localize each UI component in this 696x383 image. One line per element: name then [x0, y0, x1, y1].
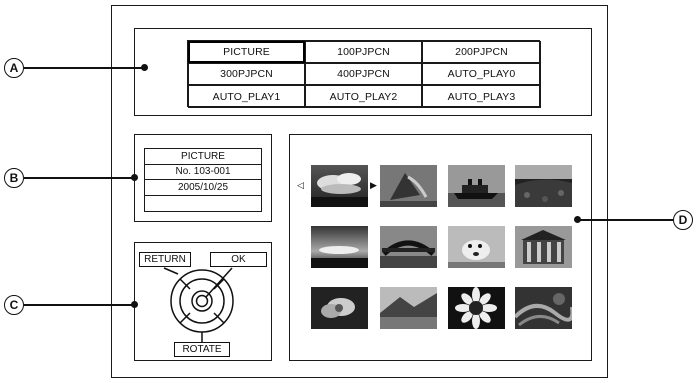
leader-line-c [24, 304, 134, 306]
thumbnail-sunflower[interactable] [448, 287, 505, 329]
callout-a: A [4, 58, 24, 78]
thumbnail-abstract[interactable] [515, 287, 572, 329]
leader-line-d [579, 219, 673, 221]
folder-cell-300pjpcn[interactable]: 300PJPCN [188, 63, 305, 85]
callout-b: B [4, 168, 24, 188]
thumbnail-bridge[interactable] [380, 226, 437, 268]
folder-grid: PICTURE 100PJPCN 200PJPCN 300PJPCN 400PJ… [187, 40, 541, 108]
info-folder-name: PICTURE [145, 149, 261, 165]
leader-dot-a [141, 64, 148, 71]
thumbnail-mountain-lake[interactable] [380, 287, 437, 329]
folder-cell-100pjpcn[interactable]: 100PJPCN [305, 41, 422, 63]
thumbnail-sunset[interactable] [311, 226, 368, 268]
leader-dot-b [131, 174, 138, 181]
callout-c: C [4, 295, 24, 315]
leader-dot-d [574, 216, 581, 223]
folder-cell-400pjpcn[interactable]: 400PJPCN [305, 63, 422, 85]
return-button[interactable]: RETURN [139, 252, 191, 267]
thumbnail-bird[interactable] [380, 165, 437, 207]
prev-arrow-icon[interactable]: ◁ [297, 181, 304, 190]
folder-cell-auto-play3[interactable]: AUTO_PLAY3 [422, 85, 541, 108]
thumbnail-cloudy-sky[interactable] [311, 165, 368, 207]
thumbnail-field[interactable] [515, 165, 572, 207]
leader-line-b [24, 177, 134, 179]
folder-cell-picture[interactable]: PICTURE [188, 41, 305, 63]
info-extra [145, 196, 261, 212]
leader-line-a [24, 67, 144, 69]
info-date: 2005/10/25 [145, 180, 261, 196]
folder-cell-auto-play2[interactable]: AUTO_PLAY2 [305, 85, 422, 108]
info-file-number: No. 103-001 [145, 165, 261, 180]
thumbnail-temple[interactable] [515, 226, 572, 268]
folder-cell-auto-play1[interactable]: AUTO_PLAY1 [188, 85, 305, 108]
next-arrow-icon[interactable]: ▶ [370, 181, 377, 190]
callout-d: D [673, 210, 693, 230]
folder-cell-auto-play0[interactable]: AUTO_PLAY0 [422, 63, 541, 85]
leader-dot-c [131, 301, 138, 308]
thumbnail-flower[interactable] [311, 287, 368, 329]
thumbnail-ship[interactable] [448, 165, 505, 207]
rotate-button[interactable]: ROTATE [174, 342, 230, 357]
ok-button[interactable]: OK [210, 252, 267, 267]
file-info-table: PICTURE No. 103-001 2005/10/25 [144, 148, 262, 212]
folder-cell-200pjpcn[interactable]: 200PJPCN [422, 41, 541, 63]
thumbnail-dog[interactable] [448, 226, 505, 268]
